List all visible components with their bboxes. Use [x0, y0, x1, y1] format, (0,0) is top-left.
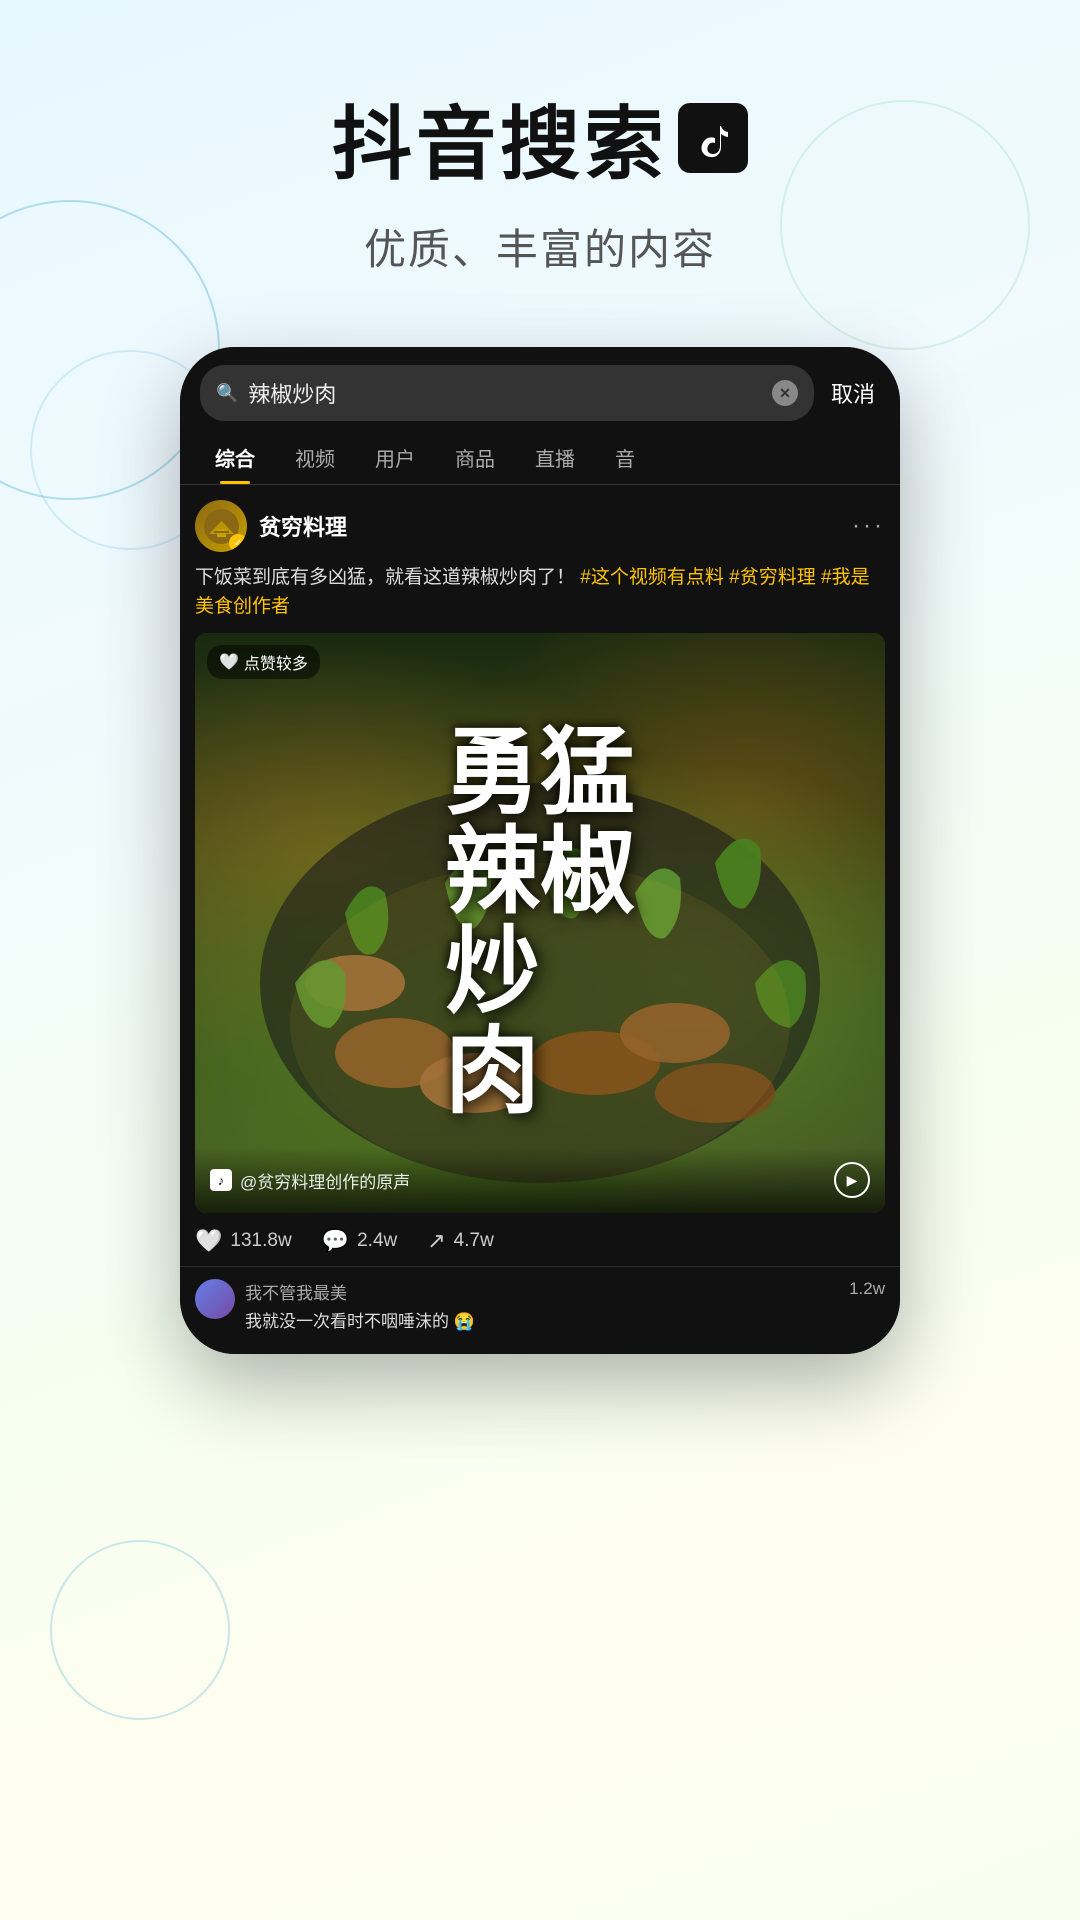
comment-row: 我不管我最美 我就没一次看时不咽唾沫的 😭 1.2w: [195, 1279, 885, 1332]
tab-直播[interactable]: 直播: [515, 431, 595, 484]
search-query-text: 辣椒炒肉: [248, 377, 762, 409]
tab-视频[interactable]: 视频: [275, 431, 355, 484]
video-bottom-bar: ♪ @贫穷料理创作的原声 ▶: [195, 1147, 885, 1213]
post-text: 下饭菜到底有多凶猛，就看这道辣椒炒肉了！ #这个视频有点料 #贫穷料理 #我是美…: [195, 564, 885, 621]
audio-info: ♪ @贫穷料理创作的原声: [210, 1168, 410, 1193]
comment-username: 我不管我最美: [245, 1279, 839, 1304]
video-image: 勇猛辣椒炒肉 🤍 点赞较多 ♪ @贫穷料理创作的原声: [195, 633, 885, 1213]
comment-content: 我不管我最美 我就没一次看时不咽唾沫的 😭: [245, 1279, 839, 1332]
user-info: ✓ 贫穷料理: [195, 500, 347, 552]
heart-icon-badge: 🤍: [219, 652, 239, 672]
comment-text: 我就没一次看时不咽唾沫的 😭: [245, 1307, 839, 1332]
phone-content: 🔍 辣椒炒肉 ✕ 取消 综合 视频 用户 商品 直播 音: [180, 347, 900, 1354]
video-text-overlay: 勇猛辣椒炒肉: [195, 633, 885, 1213]
comment-count: 1.2w: [849, 1279, 885, 1299]
main-title-container: 抖音搜索: [0, 80, 1080, 196]
tab-综合[interactable]: 综合: [195, 431, 275, 484]
audio-text: @贫穷料理创作的原声: [240, 1168, 410, 1193]
search-icon: 🔍: [216, 383, 238, 404]
likes-count: 131.8w: [230, 1230, 291, 1252]
likes-badge-text: 点赞较多: [244, 650, 308, 674]
comments-interaction[interactable]: 💬 2.4w: [322, 1228, 398, 1254]
comment-icon: 💬: [322, 1228, 349, 1254]
post-area: ✓ 贫穷料理 ··· 下饭菜到底有多凶猛，就看这道辣椒炒肉了！ #这个视频有点料…: [180, 485, 900, 1213]
heart-icon: 🤍: [195, 1228, 222, 1254]
tab-商品[interactable]: 商品: [435, 431, 515, 484]
play-button[interactable]: ▶: [834, 1162, 870, 1198]
username[interactable]: 贫穷料理: [259, 510, 347, 542]
hashtag-2[interactable]: #贫穷料理: [729, 567, 816, 588]
tab-音乐[interactable]: 音: [595, 431, 655, 484]
likes-interaction[interactable]: 🤍 131.8w: [195, 1228, 292, 1254]
post-header: ✓ 贫穷料理 ···: [195, 500, 885, 552]
bg-decor-circle-4: [50, 1540, 230, 1720]
main-title-text: 抖音搜索: [332, 80, 668, 196]
video-thumbnail[interactable]: 勇猛辣椒炒肉 🤍 点赞较多 ♪ @贫穷料理创作的原声: [195, 633, 885, 1213]
tiktok-small-icon: ♪: [210, 1169, 232, 1191]
shares-count: 4.7w: [454, 1230, 494, 1252]
interaction-row: 🤍 131.8w 💬 2.4w ↗ 4.7w: [180, 1213, 900, 1267]
avatar[interactable]: ✓: [195, 500, 247, 552]
comments-count: 2.4w: [357, 1230, 397, 1252]
header: 抖音搜索 优质、丰富的内容: [0, 0, 1080, 327]
verified-badge: ✓: [229, 534, 247, 552]
phone-wrapper: 🔍 辣椒炒肉 ✕ 取消 综合 视频 用户 商品 直播 音: [0, 347, 1080, 1354]
video-big-text: 勇猛辣椒炒肉: [445, 724, 635, 1123]
post-description: 下饭菜到底有多凶猛，就看这道辣椒炒肉了！: [195, 567, 575, 588]
shares-interaction[interactable]: ↗ 4.7w: [427, 1228, 494, 1254]
share-icon: ↗: [427, 1228, 445, 1254]
comment-avatar: [195, 1279, 235, 1319]
tab-用户[interactable]: 用户: [355, 431, 435, 484]
more-options-button[interactable]: ···: [852, 512, 885, 540]
comments-area: 我不管我最美 我就没一次看时不咽唾沫的 😭 1.2w: [180, 1267, 900, 1354]
hashtag-1[interactable]: #这个视频有点料: [580, 567, 724, 588]
tabs-area: 综合 视频 用户 商品 直播 音: [180, 431, 900, 485]
search-input-wrap[interactable]: 🔍 辣椒炒肉 ✕: [200, 365, 814, 421]
cancel-search-button[interactable]: 取消: [826, 377, 880, 409]
tiktok-logo-icon: [678, 103, 748, 173]
sub-title: 优质、丰富的内容: [0, 216, 1080, 277]
clear-search-button[interactable]: ✕: [772, 380, 798, 406]
search-bar-area: 🔍 辣椒炒肉 ✕ 取消: [180, 347, 900, 431]
phone-mockup: 🔍 辣椒炒肉 ✕ 取消 综合 视频 用户 商品 直播 音: [180, 347, 900, 1354]
likes-badge: 🤍 点赞较多: [207, 645, 320, 679]
